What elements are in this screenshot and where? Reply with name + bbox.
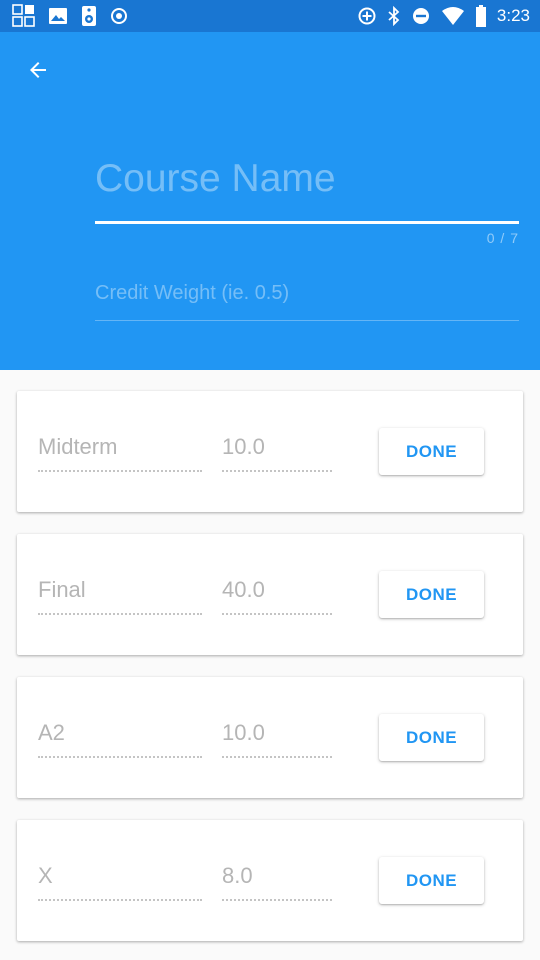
status-bar: 3:23 [0, 0, 540, 32]
course-name-char-counter: 0 / 7 [486, 230, 519, 246]
credit-weight-underline [95, 320, 519, 321]
data-saver-icon [357, 6, 377, 26]
do-not-disturb-icon [411, 6, 431, 26]
assessment-weight-field[interactable]: 8.0 [222, 863, 332, 901]
status-bar-notifications [12, 4, 128, 28]
speaker-icon [80, 5, 98, 27]
assessment-name-field[interactable]: Midterm [38, 434, 202, 472]
tiles-icon [12, 4, 36, 28]
assessment-list: Midterm 10.0 DONE Final 40.0 DONE A2 10.… [17, 391, 523, 960]
assessment-name-field[interactable]: Final [38, 577, 202, 615]
back-button[interactable] [18, 50, 58, 90]
battery-icon [475, 5, 487, 27]
wifi-icon [441, 6, 465, 26]
done-button[interactable]: DONE [379, 428, 484, 475]
clock: 3:23 [496, 6, 530, 25]
assessment-name-field[interactable]: A2 [38, 720, 202, 758]
course-name-underline [95, 221, 519, 224]
done-button[interactable]: DONE [379, 571, 484, 618]
assessment-name-field[interactable]: X [38, 863, 202, 901]
assessment-weight-field[interactable]: 40.0 [222, 577, 332, 615]
course-header: 0 / 7 [0, 32, 540, 370]
screen: 3:23 0 / 7 Midterm 10.0 DONE Final 40.0 … [0, 0, 540, 960]
image-icon [48, 6, 68, 26]
assessment-card: X 8.0 DONE [17, 820, 523, 941]
assessment-weight-field[interactable]: 10.0 [222, 720, 332, 758]
assessment-card: Final 40.0 DONE [17, 534, 523, 655]
course-name-input[interactable] [95, 157, 519, 201]
done-button[interactable]: DONE [379, 857, 484, 904]
assessment-card: Midterm 10.0 DONE [17, 391, 523, 512]
credit-weight-input[interactable] [95, 282, 519, 305]
assessment-weight-field[interactable]: 10.0 [222, 434, 332, 472]
done-button[interactable]: DONE [379, 714, 484, 761]
status-bar-system: 3:23 [357, 0, 530, 32]
record-icon [110, 7, 128, 25]
arrow-back-icon [26, 58, 50, 82]
assessment-card: A2 10.0 DONE [17, 677, 523, 798]
bluetooth-icon [387, 6, 401, 26]
